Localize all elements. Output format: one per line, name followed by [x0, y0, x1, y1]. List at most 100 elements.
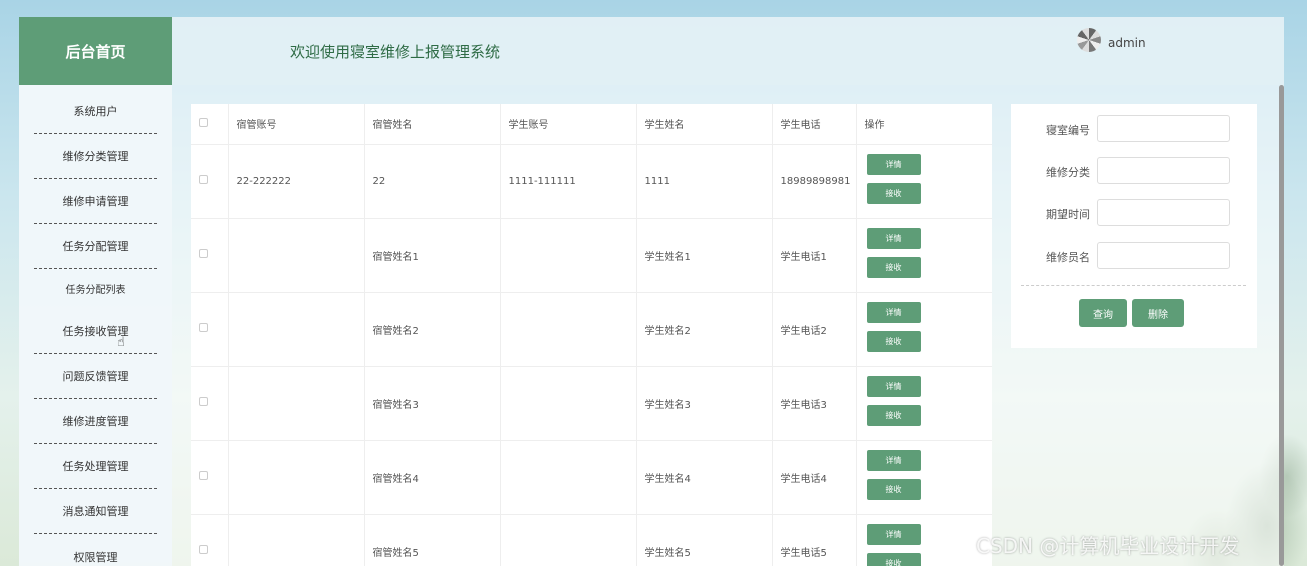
column-header: 操作 — [856, 104, 992, 145]
cell-student-account — [500, 218, 637, 293]
cell-student-account — [500, 440, 637, 515]
detail-button[interactable]: 详情 — [866, 154, 921, 175]
table-row: 宿管姓名5 学生姓名5 学生电话5 详情 接收 — [191, 514, 992, 566]
cell-student-phone: 学生电话5 — [772, 514, 857, 566]
detail-button[interactable]: 详情 — [866, 450, 921, 471]
cell-student-phone: 学生电话3 — [772, 366, 857, 441]
sidebar-item-progress[interactable]: 维修进度管理 — [34, 399, 157, 444]
repair-category-input[interactable] — [1097, 157, 1230, 184]
search-panel: 寝室编号 维修分类 期望时间 维修员名 查询 删除 — [1011, 104, 1257, 348]
repair-category-label: 维修分类 — [1046, 166, 1090, 179]
table-row: 宿管姓名3 学生姓名3 学生电话3 详情 接收 — [191, 366, 992, 441]
column-header: 学生姓名 — [636, 104, 773, 145]
column-header: 学生账号 — [500, 104, 637, 145]
cell-dorm-name: 宿管姓名2 — [364, 292, 501, 367]
sidebar-item-repair-request[interactable]: 维修申请管理 — [34, 179, 157, 224]
cell-dorm-account — [228, 218, 365, 293]
avatar[interactable] — [1077, 28, 1101, 52]
sidebar-item-permissions[interactable]: 权限管理 — [34, 534, 157, 566]
task-table-panel: 宿管账号 宿管姓名 学生账号 学生姓名 学生电话 操作 22-222222 22… — [191, 104, 992, 566]
row-checkbox[interactable] — [191, 366, 229, 441]
column-header: 宿管姓名 — [364, 104, 501, 145]
cell-student-name: 学生姓名5 — [636, 514, 773, 566]
cell-student-name: 1111 — [636, 144, 773, 219]
cell-dorm-name: 宿管姓名1 — [364, 218, 501, 293]
receive-button[interactable]: 接收 — [866, 405, 921, 426]
cell-student-phone: 学生电话4 — [772, 440, 857, 515]
detail-button[interactable]: 详情 — [866, 524, 921, 545]
sidebar-item-task-process[interactable]: 任务处理管理 — [34, 444, 157, 489]
welcome-title: 欢迎使用寝室维修上报管理系统 — [290, 43, 501, 61]
username[interactable]: admin — [1108, 36, 1146, 50]
dorm-number-label: 寝室编号 — [1046, 124, 1090, 137]
sidebar-item-system-users[interactable]: 系统用户 — [34, 89, 157, 134]
cell-dorm-name: 宿管姓名4 — [364, 440, 501, 515]
sidebar-item-repair-category[interactable]: 维修分类管理 — [34, 134, 157, 179]
sidebar-item-task-receive[interactable]: 任务接收管理 — [34, 309, 157, 354]
sidebar-subitem-task-assign-list[interactable]: 任务分配列表 — [34, 266, 157, 311]
cell-student-phone: 学生电话2 — [772, 292, 857, 367]
cell-dorm-account — [228, 292, 365, 367]
expected-time-input[interactable] — [1097, 199, 1230, 226]
select-all-checkbox[interactable] — [191, 104, 229, 145]
sidebar-item-feedback[interactable]: 问题反馈管理 — [34, 354, 157, 399]
cell-student-account — [500, 366, 637, 441]
cell-student-phone: 18989898981 — [772, 144, 857, 219]
cell-dorm-account: 22-222222 — [228, 144, 365, 219]
watermark: CSDN @计算机毕业设计开发 — [976, 534, 1240, 558]
row-checkbox[interactable] — [191, 440, 229, 515]
query-button[interactable]: 查询 — [1079, 299, 1127, 327]
column-header: 宿管账号 — [228, 104, 365, 145]
table-row: 22-222222 22 1111-111111 1111 1898989898… — [191, 144, 992, 219]
cell-actions: 详情 接收 — [856, 144, 992, 219]
cell-dorm-name: 宿管姓名3 — [364, 366, 501, 441]
cell-student-account — [500, 514, 637, 566]
cell-actions: 详情 接收 — [856, 440, 992, 515]
cell-dorm-name: 宿管姓名5 — [364, 514, 501, 566]
sidebar: 系统用户 维修分类管理 维修申请管理 任务分配管理 任务分配列表 任务接收管理 … — [19, 85, 172, 566]
receive-button[interactable]: 接收 — [866, 331, 921, 352]
cell-dorm-account — [228, 514, 365, 566]
repairer-name-label: 维修员名 — [1046, 251, 1090, 264]
cell-actions: 详情 接收 — [856, 292, 992, 367]
task-table: 宿管账号 宿管姓名 学生账号 学生姓名 学生电话 操作 22-222222 22… — [191, 104, 992, 566]
delete-button[interactable]: 删除 — [1132, 299, 1184, 327]
dorm-number-input[interactable] — [1097, 115, 1230, 142]
row-checkbox[interactable] — [191, 218, 229, 293]
row-checkbox[interactable] — [191, 514, 229, 566]
receive-button[interactable]: 接收 — [866, 257, 921, 278]
table-header-row: 宿管账号 宿管姓名 学生账号 学生姓名 学生电话 操作 — [191, 104, 992, 145]
cell-student-name: 学生姓名2 — [636, 292, 773, 367]
detail-button[interactable]: 详情 — [866, 302, 921, 323]
divider — [1021, 285, 1246, 286]
table-row: 宿管姓名1 学生姓名1 学生电话1 详情 接收 — [191, 218, 992, 293]
row-checkbox[interactable] — [191, 292, 229, 367]
scrollbar[interactable] — [1279, 85, 1284, 566]
table-row: 宿管姓名2 学生姓名2 学生电话2 详情 接收 — [191, 292, 992, 367]
home-logo[interactable]: 后台首页 — [19, 17, 172, 85]
cell-actions: 详情 接收 — [856, 218, 992, 293]
cell-actions: 详情 接收 — [856, 366, 992, 441]
cell-student-name: 学生姓名1 — [636, 218, 773, 293]
receive-button[interactable]: 接收 — [866, 183, 921, 204]
column-header: 学生电话 — [772, 104, 857, 145]
cell-student-account — [500, 292, 637, 367]
expected-time-label: 期望时间 — [1046, 208, 1090, 221]
cell-dorm-account — [228, 440, 365, 515]
repairer-name-input[interactable] — [1097, 242, 1230, 269]
cell-actions: 详情 接收 — [856, 514, 992, 566]
header: 欢迎使用寝室维修上报管理系统 admin — [172, 17, 1284, 85]
detail-button[interactable]: 详情 — [866, 376, 921, 397]
sidebar-item-notifications[interactable]: 消息通知管理 — [34, 489, 157, 534]
receive-button[interactable]: 接收 — [866, 553, 921, 566]
sidebar-item-task-assign[interactable]: 任务分配管理 — [34, 224, 157, 269]
hand-cursor-icon: ☝ — [117, 335, 125, 350]
detail-button[interactable]: 详情 — [866, 228, 921, 249]
cell-student-name: 学生姓名4 — [636, 440, 773, 515]
cell-student-name: 学生姓名3 — [636, 366, 773, 441]
cell-dorm-account — [228, 366, 365, 441]
row-checkbox[interactable] — [191, 144, 229, 219]
receive-button[interactable]: 接收 — [866, 479, 921, 500]
cell-dorm-name: 22 — [364, 144, 501, 219]
cell-student-account: 1111-111111 — [500, 144, 637, 219]
